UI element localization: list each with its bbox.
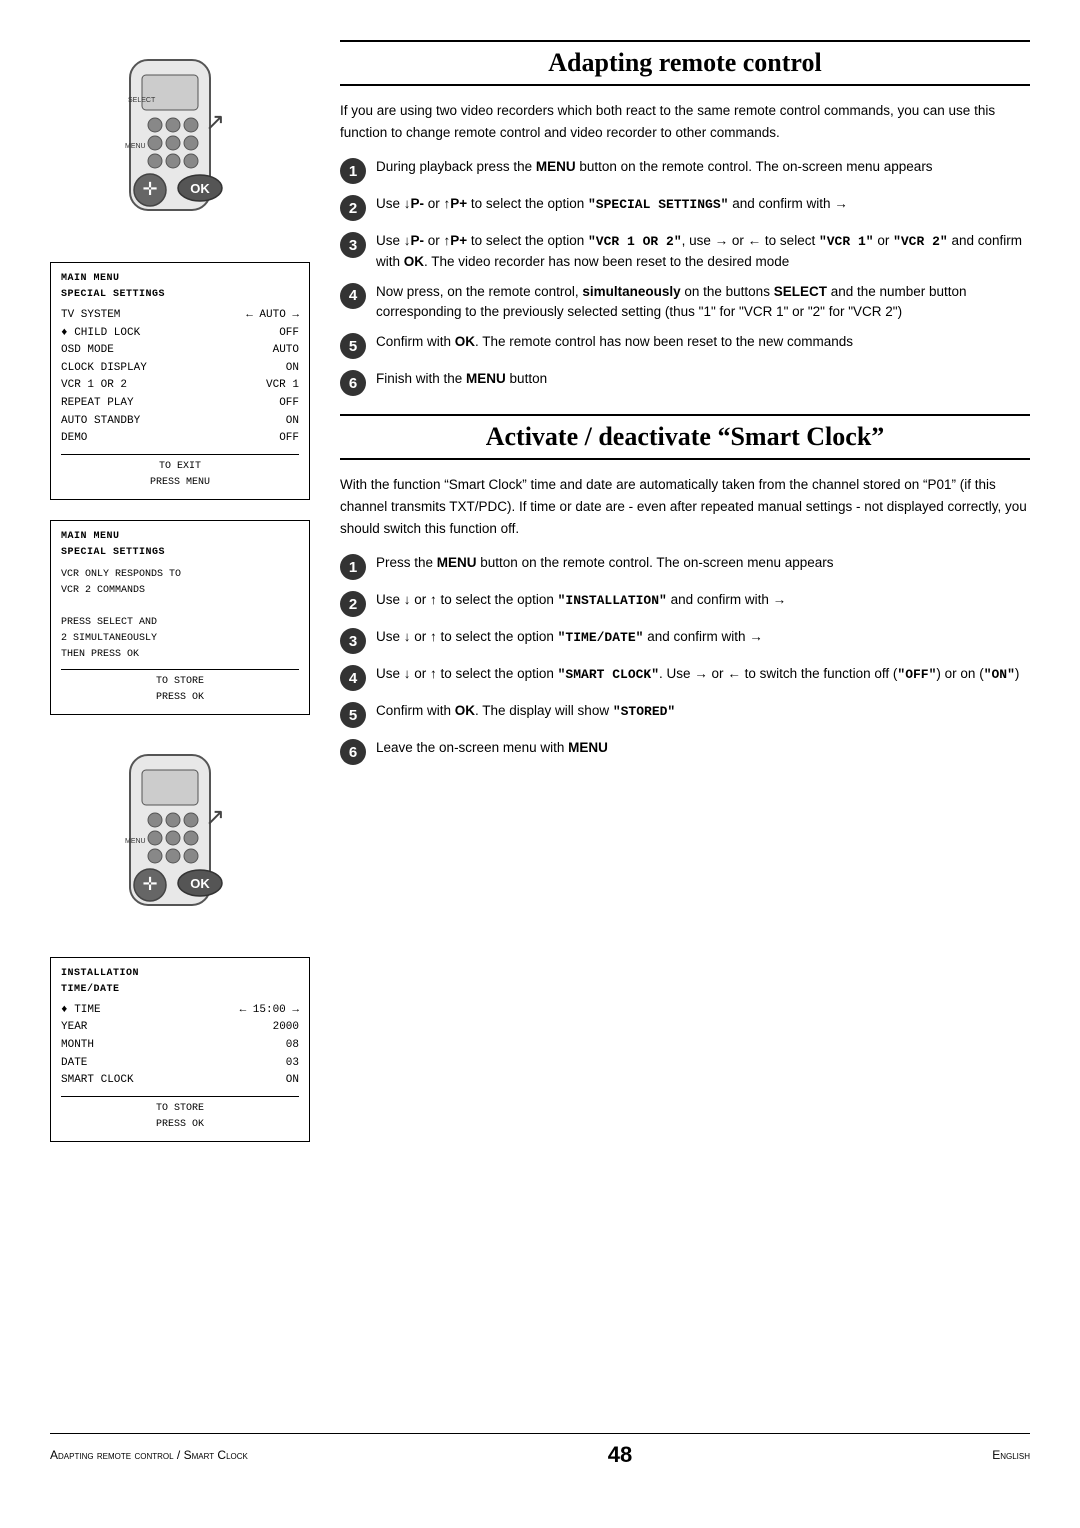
- sc-step-num-1: 1: [340, 554, 366, 580]
- screen-box-1: MAIN MENU SPECIAL SETTINGS TV SYSTEM← AU…: [50, 262, 310, 500]
- adapting-step-1: 1 During playback press the MENU button …: [340, 157, 1030, 184]
- step-text-1: During playback press the MENU button on…: [376, 157, 1030, 177]
- screen1-row-2: OSD MODEAUTO: [61, 342, 299, 360]
- screen1-title1: MAIN MENU: [61, 271, 299, 287]
- screen2-lines: VCR ONLY RESPONDS TO VCR 2 COMMANDS PRES…: [61, 567, 299, 663]
- step-text-4: Now press, on the remote control, simult…: [376, 282, 1030, 323]
- sc-step-num-2: 2: [340, 591, 366, 617]
- adapting-step-5: 5 Confirm with OK. The remote control ha…: [340, 332, 1030, 359]
- smartclock-step-5: 5 Confirm with OK. The display will show…: [340, 701, 1030, 728]
- screen1-title2: SPECIAL SETTINGS: [61, 287, 299, 303]
- screen3-footer: TO STORE PRESS OK: [61, 1096, 299, 1133]
- screen1-footer: TO EXIT PRESS MENU: [61, 454, 299, 491]
- svg-text:SELECT: SELECT: [128, 97, 156, 104]
- svg-text:OK: OK: [190, 181, 210, 196]
- screen1-row-7: DEMOOFF: [61, 430, 299, 448]
- step-num-3: 3: [340, 232, 366, 258]
- page-footer: Adapting remote control / Smart Clock 48…: [50, 1433, 1030, 1468]
- sc-step-text-2: Use ↓ or ↑ to select the option "INSTALL…: [376, 590, 1030, 611]
- step-text-3: Use ↓P- or ↑P+ to select the option "VCR…: [376, 231, 1030, 272]
- sc-step-num-4: 4: [340, 665, 366, 691]
- adapting-step-6: 6 Finish with the MENU button: [340, 369, 1030, 396]
- sc-step-num-5: 5: [340, 702, 366, 728]
- svg-text:MENU: MENU: [125, 838, 146, 845]
- svg-text:↗: ↗: [205, 804, 225, 831]
- step-num-6: 6: [340, 370, 366, 396]
- step-text-6: Finish with the MENU button: [376, 369, 1030, 389]
- step-text-2: Use ↓P- or ↑P+ to select the option "SPE…: [376, 194, 1030, 215]
- screen3-title2: TIME/DATE: [61, 982, 299, 998]
- screen1-row-1: ♦ CHILD LOCKOFF: [61, 325, 299, 343]
- sc-step-num-3: 3: [340, 628, 366, 654]
- right-column: Adapting remote control If you are using…: [340, 40, 1030, 1413]
- screen1-row-4: VCR 1 OR 2VCR 1: [61, 377, 299, 395]
- remote-illustration-2: ✛ OK MENU ↗: [50, 735, 310, 935]
- smartclock-step-4: 4 Use ↓ or ↑ to select the option "SMART…: [340, 664, 1030, 691]
- svg-text:OK: OK: [190, 876, 210, 891]
- page-number: 48: [608, 1442, 632, 1468]
- smartclock-step-6: 6 Leave the on-screen menu with MENU: [340, 738, 1030, 765]
- step-num-5: 5: [340, 333, 366, 359]
- screen3-title1: INSTALLATION: [61, 966, 299, 982]
- sc-step-text-5: Confirm with OK. The display will show "…: [376, 701, 1030, 722]
- svg-text:MENU: MENU: [125, 143, 146, 150]
- screen1-row-5: REPEAT PLAYOFF: [61, 395, 299, 413]
- adapting-step-3: 3 Use ↓P- or ↑P+ to select the option "V…: [340, 231, 1030, 272]
- screen2-title1: MAIN MENU: [61, 529, 299, 545]
- svg-text:✛: ✛: [142, 179, 157, 199]
- adapting-heading: Adapting remote control: [340, 40, 1030, 86]
- screen-box-3: INSTALLATION TIME/DATE ♦ TIME← 15:00 → Y…: [50, 957, 310, 1142]
- content-area: ✛ OK SELECT MENU ↗ MAIN MENU SPECIAL SET…: [50, 40, 1030, 1413]
- step-num-4: 4: [340, 283, 366, 309]
- sc-step-text-1: Press the MENU button on the remote cont…: [376, 553, 1030, 573]
- left-column: ✛ OK SELECT MENU ↗ MAIN MENU SPECIAL SET…: [50, 40, 310, 1413]
- footer-right-text: English: [992, 1448, 1030, 1462]
- smartclock-steps: 1 Press the MENU button on the remote co…: [340, 553, 1030, 765]
- step-num-2: 2: [340, 195, 366, 221]
- adapting-step-4: 4 Now press, on the remote control, simu…: [340, 282, 1030, 323]
- sc-step-text-3: Use ↓ or ↑ to select the option "TIME/DA…: [376, 627, 1030, 648]
- sc-step-num-6: 6: [340, 739, 366, 765]
- adapting-steps: 1 During playback press the MENU button …: [340, 157, 1030, 396]
- screen1-row-3: CLOCK DISPLAYON: [61, 360, 299, 378]
- adapting-intro: If you are using two video recorders whi…: [340, 100, 1030, 143]
- screen3-rows: ♦ TIME← 15:00 → YEAR2000 MONTH08 DATE03 …: [61, 1002, 299, 1090]
- screen-box-2: MAIN MENU SPECIAL SETTINGS VCR ONLY RESP…: [50, 520, 310, 715]
- page: ✛ OK SELECT MENU ↗ MAIN MENU SPECIAL SET…: [0, 0, 1080, 1528]
- screen2-title2: SPECIAL SETTINGS: [61, 545, 299, 561]
- smartclock-step-2: 2 Use ↓ or ↑ to select the option "INSTA…: [340, 590, 1030, 617]
- screen1-row-0: TV SYSTEM← AUTO →: [61, 307, 299, 325]
- smartclock-step-1: 1 Press the MENU button on the remote co…: [340, 553, 1030, 580]
- sc-step-text-6: Leave the on-screen menu with MENU: [376, 738, 1030, 758]
- smartclock-step-3: 3 Use ↓ or ↑ to select the option "TIME/…: [340, 627, 1030, 654]
- screen2-footer: TO STORE PRESS OK: [61, 669, 299, 706]
- remote-illustration-1: ✛ OK SELECT MENU ↗: [50, 40, 310, 240]
- smartclock-intro: With the function “Smart Clock” time and…: [340, 474, 1030, 539]
- step-text-5: Confirm with OK. The remote control has …: [376, 332, 1030, 352]
- sc-step-text-4: Use ↓ or ↑ to select the option "SMART C…: [376, 664, 1030, 685]
- screen1-row-6: AUTO STANDBYON: [61, 413, 299, 431]
- svg-text:✛: ✛: [142, 874, 157, 894]
- footer-left-text: Adapting remote control / Smart Clock: [50, 1448, 248, 1462]
- svg-text:↗: ↗: [205, 109, 225, 136]
- step-num-1: 1: [340, 158, 366, 184]
- smartclock-heading: Activate / deactivate “Smart Clock”: [340, 414, 1030, 460]
- adapting-step-2: 2 Use ↓P- or ↑P+ to select the option "S…: [340, 194, 1030, 221]
